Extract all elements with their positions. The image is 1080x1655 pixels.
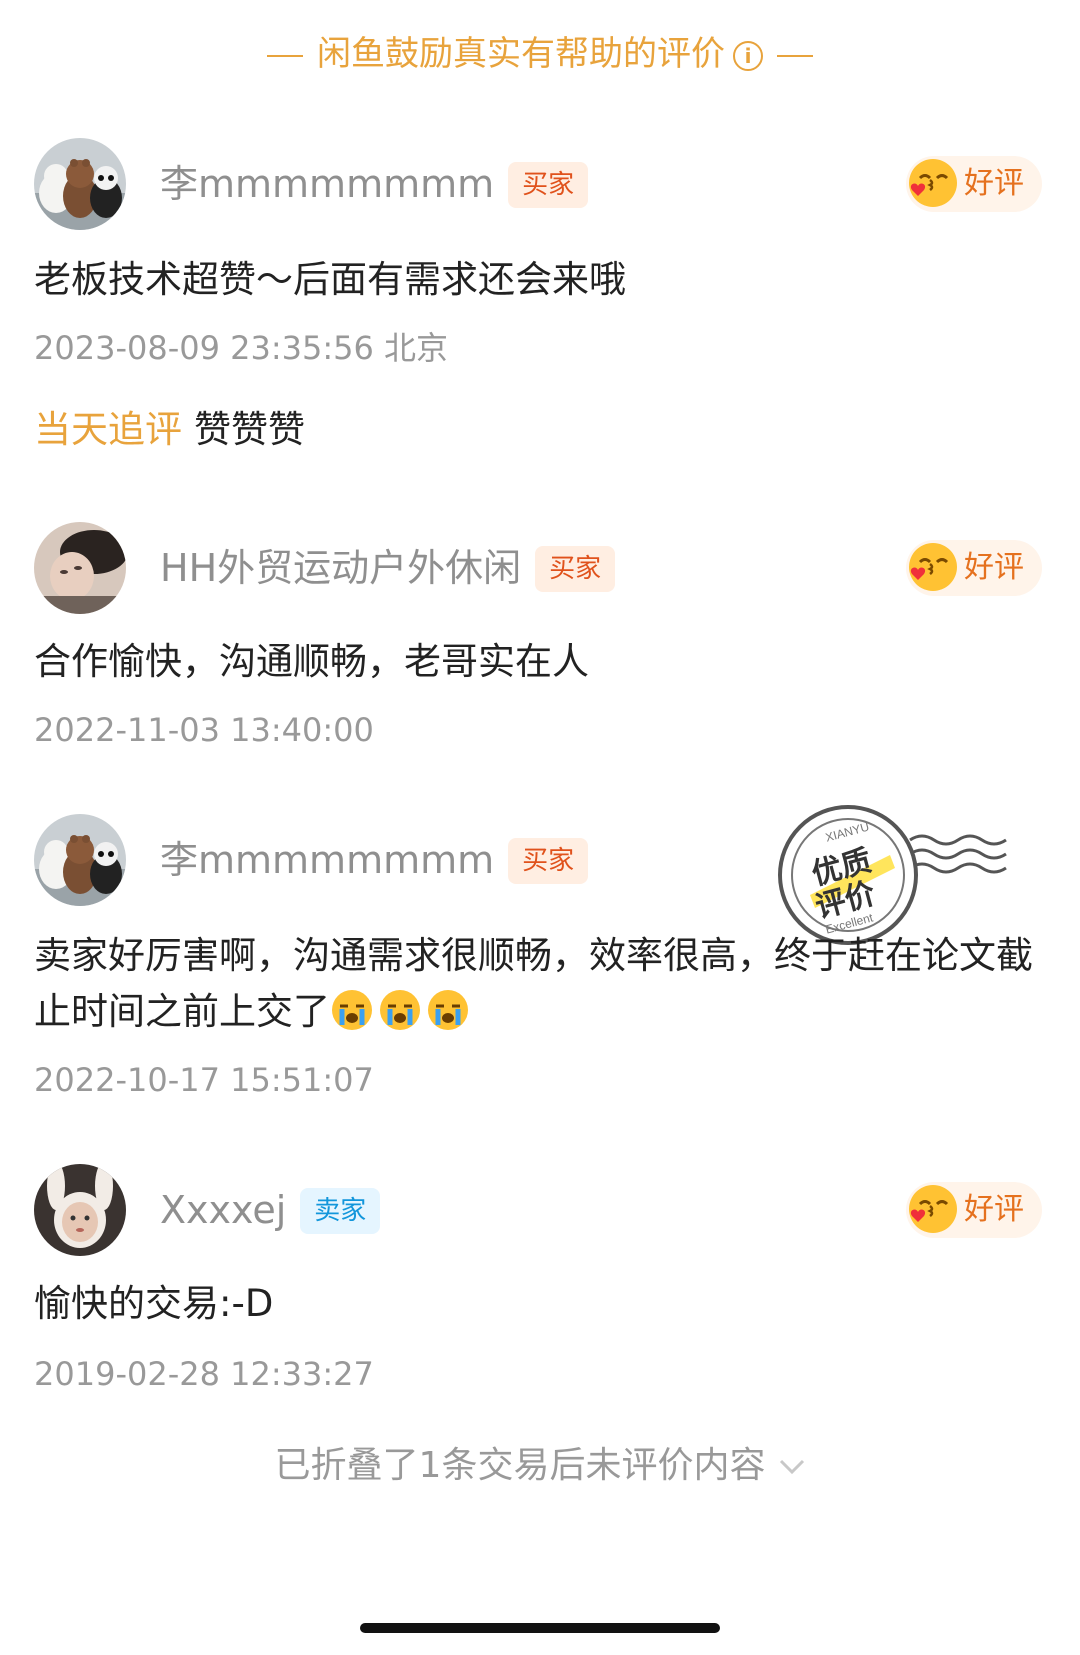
review-time: 2019-02-28 12:33:27 [34, 1355, 374, 1393]
rating-label: 好评 [964, 1192, 1024, 1227]
followup-label: 当天追评 [34, 408, 182, 451]
review-time: 2022-11-03 13:40:00 [34, 711, 374, 749]
crying-face-icon [428, 990, 468, 1030]
review-content: 老板技术超赞～后面有需求还会来哦 [34, 258, 626, 301]
review-time: 2023-08-09 23:35:56 北京 [34, 329, 449, 367]
username-row[interactable]: Xxxxej 卖家 [160, 1184, 381, 1236]
review-content-text: 卖家好厉害啊，沟通需求很顺畅，效率很高，终于赶在论文截止时间之前上交了 [34, 934, 1033, 1033]
crying-face-icon [332, 990, 372, 1030]
review-content: 卖家好厉害啊，沟通需求很顺畅，效率很高，终于赶在论文截止时间之前上交了 [34, 928, 1044, 1040]
folded-reviews-toggle[interactable]: 已折叠了1条交易后未评价内容 [0, 1440, 1080, 1492]
buyer-tag: 买家 [508, 838, 589, 884]
review-time: 2022-10-17 15:51:07 [34, 1061, 374, 1099]
good-rating-badge: 好评 [906, 156, 1042, 212]
avatar[interactable] [34, 814, 126, 906]
home-indicator[interactable] [360, 1623, 720, 1633]
chevron-down-icon[interactable] [779, 1459, 805, 1475]
buyer-tag: 买家 [535, 546, 616, 592]
crying-face-icon [380, 990, 420, 1030]
rating-label: 好评 [964, 166, 1024, 201]
username-row[interactable]: 李mmmmmmmm 买家 [160, 834, 589, 886]
username[interactable]: 李mmmmmmmm [160, 162, 494, 206]
kiss-face-icon [909, 158, 957, 207]
buyer-tag: 买家 [508, 162, 589, 208]
avatar[interactable] [34, 1164, 126, 1256]
username-row[interactable]: 李mmmmmmmm 买家 [160, 158, 589, 210]
seller-tag: 卖家 [300, 1188, 381, 1234]
username-row[interactable]: HH外贸运动户外休闲 买家 [160, 542, 616, 594]
folded-text[interactable]: 已折叠了1条交易后未评价内容 [275, 1445, 766, 1486]
review-content: 合作愉快，沟通顺畅，老哥实在人 [34, 640, 589, 683]
good-rating-badge: 好评 [906, 1182, 1042, 1238]
banner-left-dash [267, 54, 303, 57]
followup-review: 当天追评 赞赞赞 [34, 402, 305, 458]
username[interactable]: HH外贸运动户外休闲 [160, 546, 521, 590]
username[interactable]: 李mmmmmmmm [160, 838, 494, 882]
banner-text: 闲鱼鼓励真实有帮助的评价 [317, 34, 725, 74]
username[interactable]: Xxxxej [160, 1188, 286, 1232]
review-content: 愉快的交易:-D [34, 1282, 274, 1325]
kiss-face-icon [909, 542, 957, 591]
good-rating-badge: 好评 [906, 540, 1042, 596]
helpful-review-banner: 闲鱼鼓励真实有帮助的评价 i [0, 28, 1080, 80]
rating-label: 好评 [964, 550, 1024, 585]
kiss-face-icon [909, 1184, 957, 1233]
avatar[interactable] [34, 522, 126, 614]
banner-right-dash [777, 54, 813, 57]
avatar[interactable] [34, 138, 126, 230]
followup-text: 赞赞赞 [194, 408, 305, 451]
info-icon[interactable]: i [733, 40, 763, 71]
